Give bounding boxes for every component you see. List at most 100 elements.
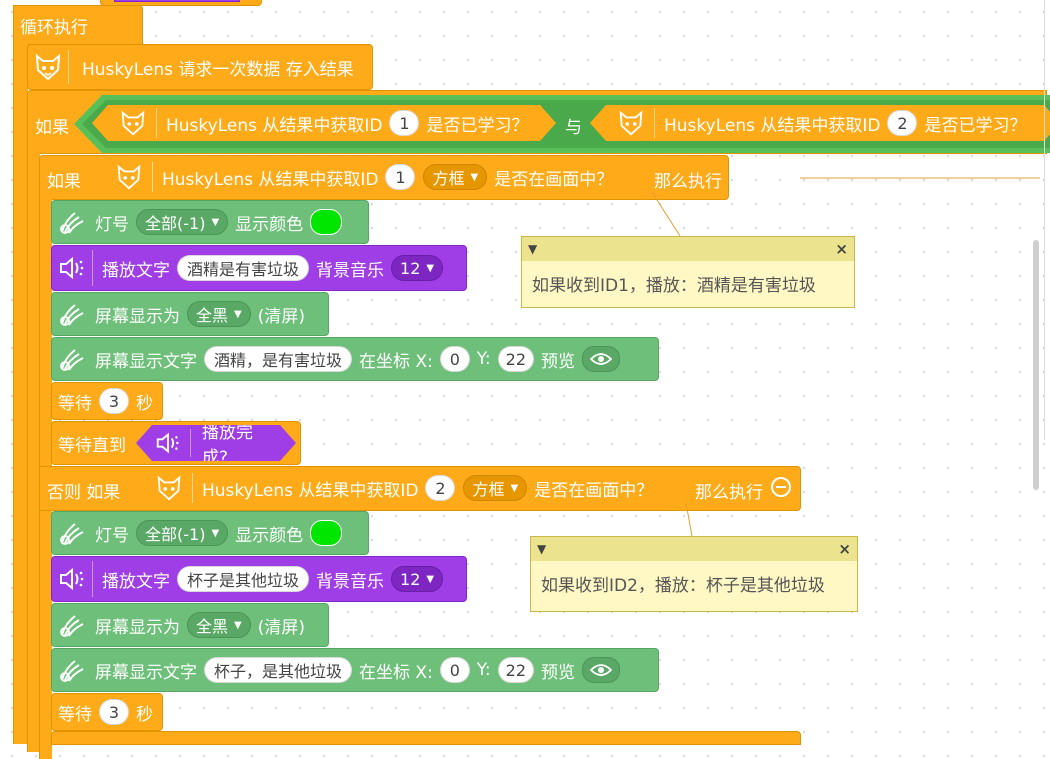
workspace-edge [1044,0,1050,440]
chevron-down-icon: ▼ [234,619,242,631]
huskylens-icon [116,105,150,141]
led-target-dropdown[interactable]: 全部(-1) ▼ [136,209,229,235]
led-block-1[interactable]: 灯号 全部(-1) ▼ 显示颜色 [51,200,369,244]
coord-label: 在坐标 X: [359,351,433,372]
id1-visible-condition[interactable]: HuskyLens 从结果中获取ID 1 方框 ▼ 是否在画面中？ [88,159,648,195]
branch1-shape-dropdown[interactable]: 方框 ▼ [423,164,487,190]
huskylens-icon [614,105,648,141]
screen-text-label: 屏幕显示文字 [95,662,197,683]
branch2-shape-dropdown[interactable]: 方框 ▼ [463,475,527,501]
play-text-block-2[interactable]: 播放文字 杯子是其他垃圾 背景音乐 12 ▼ [51,556,467,602]
screen-mode-label: 屏幕显示为 [95,617,180,638]
id2-input[interactable]: 2 [887,110,917,136]
huskylens-icon [28,45,68,89]
screen-text-input[interactable]: 酒精，是有害垃圾 [204,346,353,372]
wait-seconds-input[interactable]: 3 [99,699,129,725]
led-icon [52,512,92,554]
chevron-down-icon: ▼ [510,482,519,494]
led-target-dropdown[interactable]: 全部(-1) ▼ [136,520,229,546]
branch1-shape-value: 方框 [432,169,465,188]
id1-input[interactable]: 1 [389,110,419,136]
wait-unit: 秒 [136,704,153,725]
wait-block-1[interactable]: 等待 3 秒 [51,382,163,420]
screen-text-block-1[interactable]: 屏幕显示文字 酒精，是有害垃圾 在坐标 X: 0 Y: 22 预览 [51,337,659,381]
branch2-id-input[interactable]: 2 [425,475,455,501]
play-label: 播放文字 [102,260,170,281]
led-suffix: 显示颜色 [235,214,304,235]
screen-mode-block-2[interactable]: 屏幕显示为 全黑 ▼ (清屏) [51,603,329,647]
comment-header[interactable]: ▼ × [531,537,857,561]
comment-header[interactable]: ▼ × [522,237,854,261]
huskylens-icon [112,159,146,195]
play-text-input[interactable]: 杯子是其他垃圾 [177,566,310,592]
color-swatch[interactable] [310,520,343,546]
close-icon[interactable]: × [835,240,848,258]
id1-learned-condition[interactable]: HuskyLens 从结果中获取ID 1 是否已学习？ [92,105,556,141]
if-label-main: 如果 [35,118,69,138]
bg-music-value: 12 [400,258,421,278]
vertical-scrollbar[interactable] [1033,240,1039,490]
y-label: Y: [476,660,491,680]
y-input[interactable]: 22 [497,657,535,683]
comment-1[interactable]: ▼ × 如果收到ID1，播放：酒精是有害垃圾 [521,236,855,308]
chevron-down-icon: ▼ [426,573,435,585]
wait-block-2[interactable]: 等待 3 秒 [51,693,163,731]
preview-label: 预览 [541,351,576,372]
screen-mode-dropdown[interactable]: 全黑 ▼ [187,301,251,327]
chevron-down-icon: ▼ [234,308,242,320]
chevron-down-icon: ▼ [211,216,220,228]
id2-prefix: HuskyLens 从结果中获取ID [664,115,881,136]
id2-visible-condition[interactable]: HuskyLens 从结果中获取ID 2 方框 ▼ 是否在画面中？ [128,470,688,506]
comment-text[interactable]: 如果收到ID1，播放：酒精是有害垃圾 [522,261,854,306]
play-text-block-1[interactable]: 播放文字 酒精是有害垃圾 背景音乐 12 ▼ [51,245,467,291]
id2-suffix: 是否已学习？ [924,115,1027,136]
huskylens-request-block[interactable]: HuskyLens 请求一次数据 存入结果 [27,44,373,90]
coord-label: 在坐标 X: [359,662,433,683]
led-block-2[interactable]: 灯号 全部(-1) ▼ 显示颜色 [51,511,369,555]
bg-music-value: 12 [400,569,421,589]
screen-text-label: 屏幕显示文字 [95,351,197,372]
led-label: 灯号 [95,525,129,546]
eye-icon[interactable] [582,657,621,683]
huskylens-icon [152,470,186,506]
screen-icon [52,293,92,335]
next-block-partial[interactable] [51,731,801,745]
y-input[interactable]: 22 [497,346,535,372]
x-input[interactable]: 0 [439,657,470,683]
id2-learned-condition[interactable]: HuskyLens 从结果中获取ID 2 是否已学习？ [590,105,1050,141]
loop-block[interactable]: 循环执行 [13,5,143,45]
chevron-down-icon: ▼ [211,527,220,539]
play-finished-condition[interactable]: 播放完成? [136,425,296,461]
wait-unit: 秒 [136,393,153,414]
branch2-then: 那么执行 [695,483,763,503]
bg-music-dropdown[interactable]: 12 ▼ [391,566,444,592]
comment-2[interactable]: ▼ × 如果收到ID2，播放：杯子是其他垃圾 [530,536,858,612]
bg-music-dropdown[interactable]: 12 ▼ [391,255,444,281]
branch1-prefix: HuskyLens 从结果中获取ID [162,169,379,190]
screen-text-input[interactable]: 杯子，是其他垃圾 [204,657,353,683]
id1-prefix: HuskyLens 从结果中获取ID [166,115,383,136]
x-input[interactable]: 0 [439,346,470,372]
wait-seconds-input[interactable]: 3 [99,388,129,414]
speaker-icon [52,557,92,601]
collapse-triangle-icon[interactable]: ▼ [528,242,537,256]
play-finished-label: 播放完成? [201,423,253,468]
led-suffix: 显示颜色 [235,525,304,546]
close-icon[interactable]: × [838,540,851,558]
eye-icon[interactable] [582,346,621,372]
branch1-id-input[interactable]: 1 [385,164,415,190]
speaker-icon [154,429,182,457]
comment-text[interactable]: 如果收到ID2，播放：杯子是其他垃圾 [531,561,857,606]
play-text-input[interactable]: 酒精是有害垃圾 [177,255,310,281]
screen-text-block-2[interactable]: 屏幕显示文字 杯子，是其他垃圾 在坐标 X: 0 Y: 22 预览 [51,648,659,692]
color-swatch[interactable] [310,209,343,235]
screen-mode-value: 全黑 [196,617,229,636]
chevron-down-icon: ▼ [470,171,479,183]
screen-mode-block-1[interactable]: 屏幕显示为 全黑 ▼ (清屏) [51,292,329,336]
request-label: HuskyLens 请求一次数据 存入结果 [82,59,354,80]
wait-label: 等待 [58,393,92,414]
collapse-triangle-icon[interactable]: ▼ [537,542,546,556]
screen-mode-suffix: (清屏) [257,617,305,638]
minus-icon[interactable] [771,477,791,497]
screen-mode-dropdown[interactable]: 全黑 ▼ [187,612,251,638]
